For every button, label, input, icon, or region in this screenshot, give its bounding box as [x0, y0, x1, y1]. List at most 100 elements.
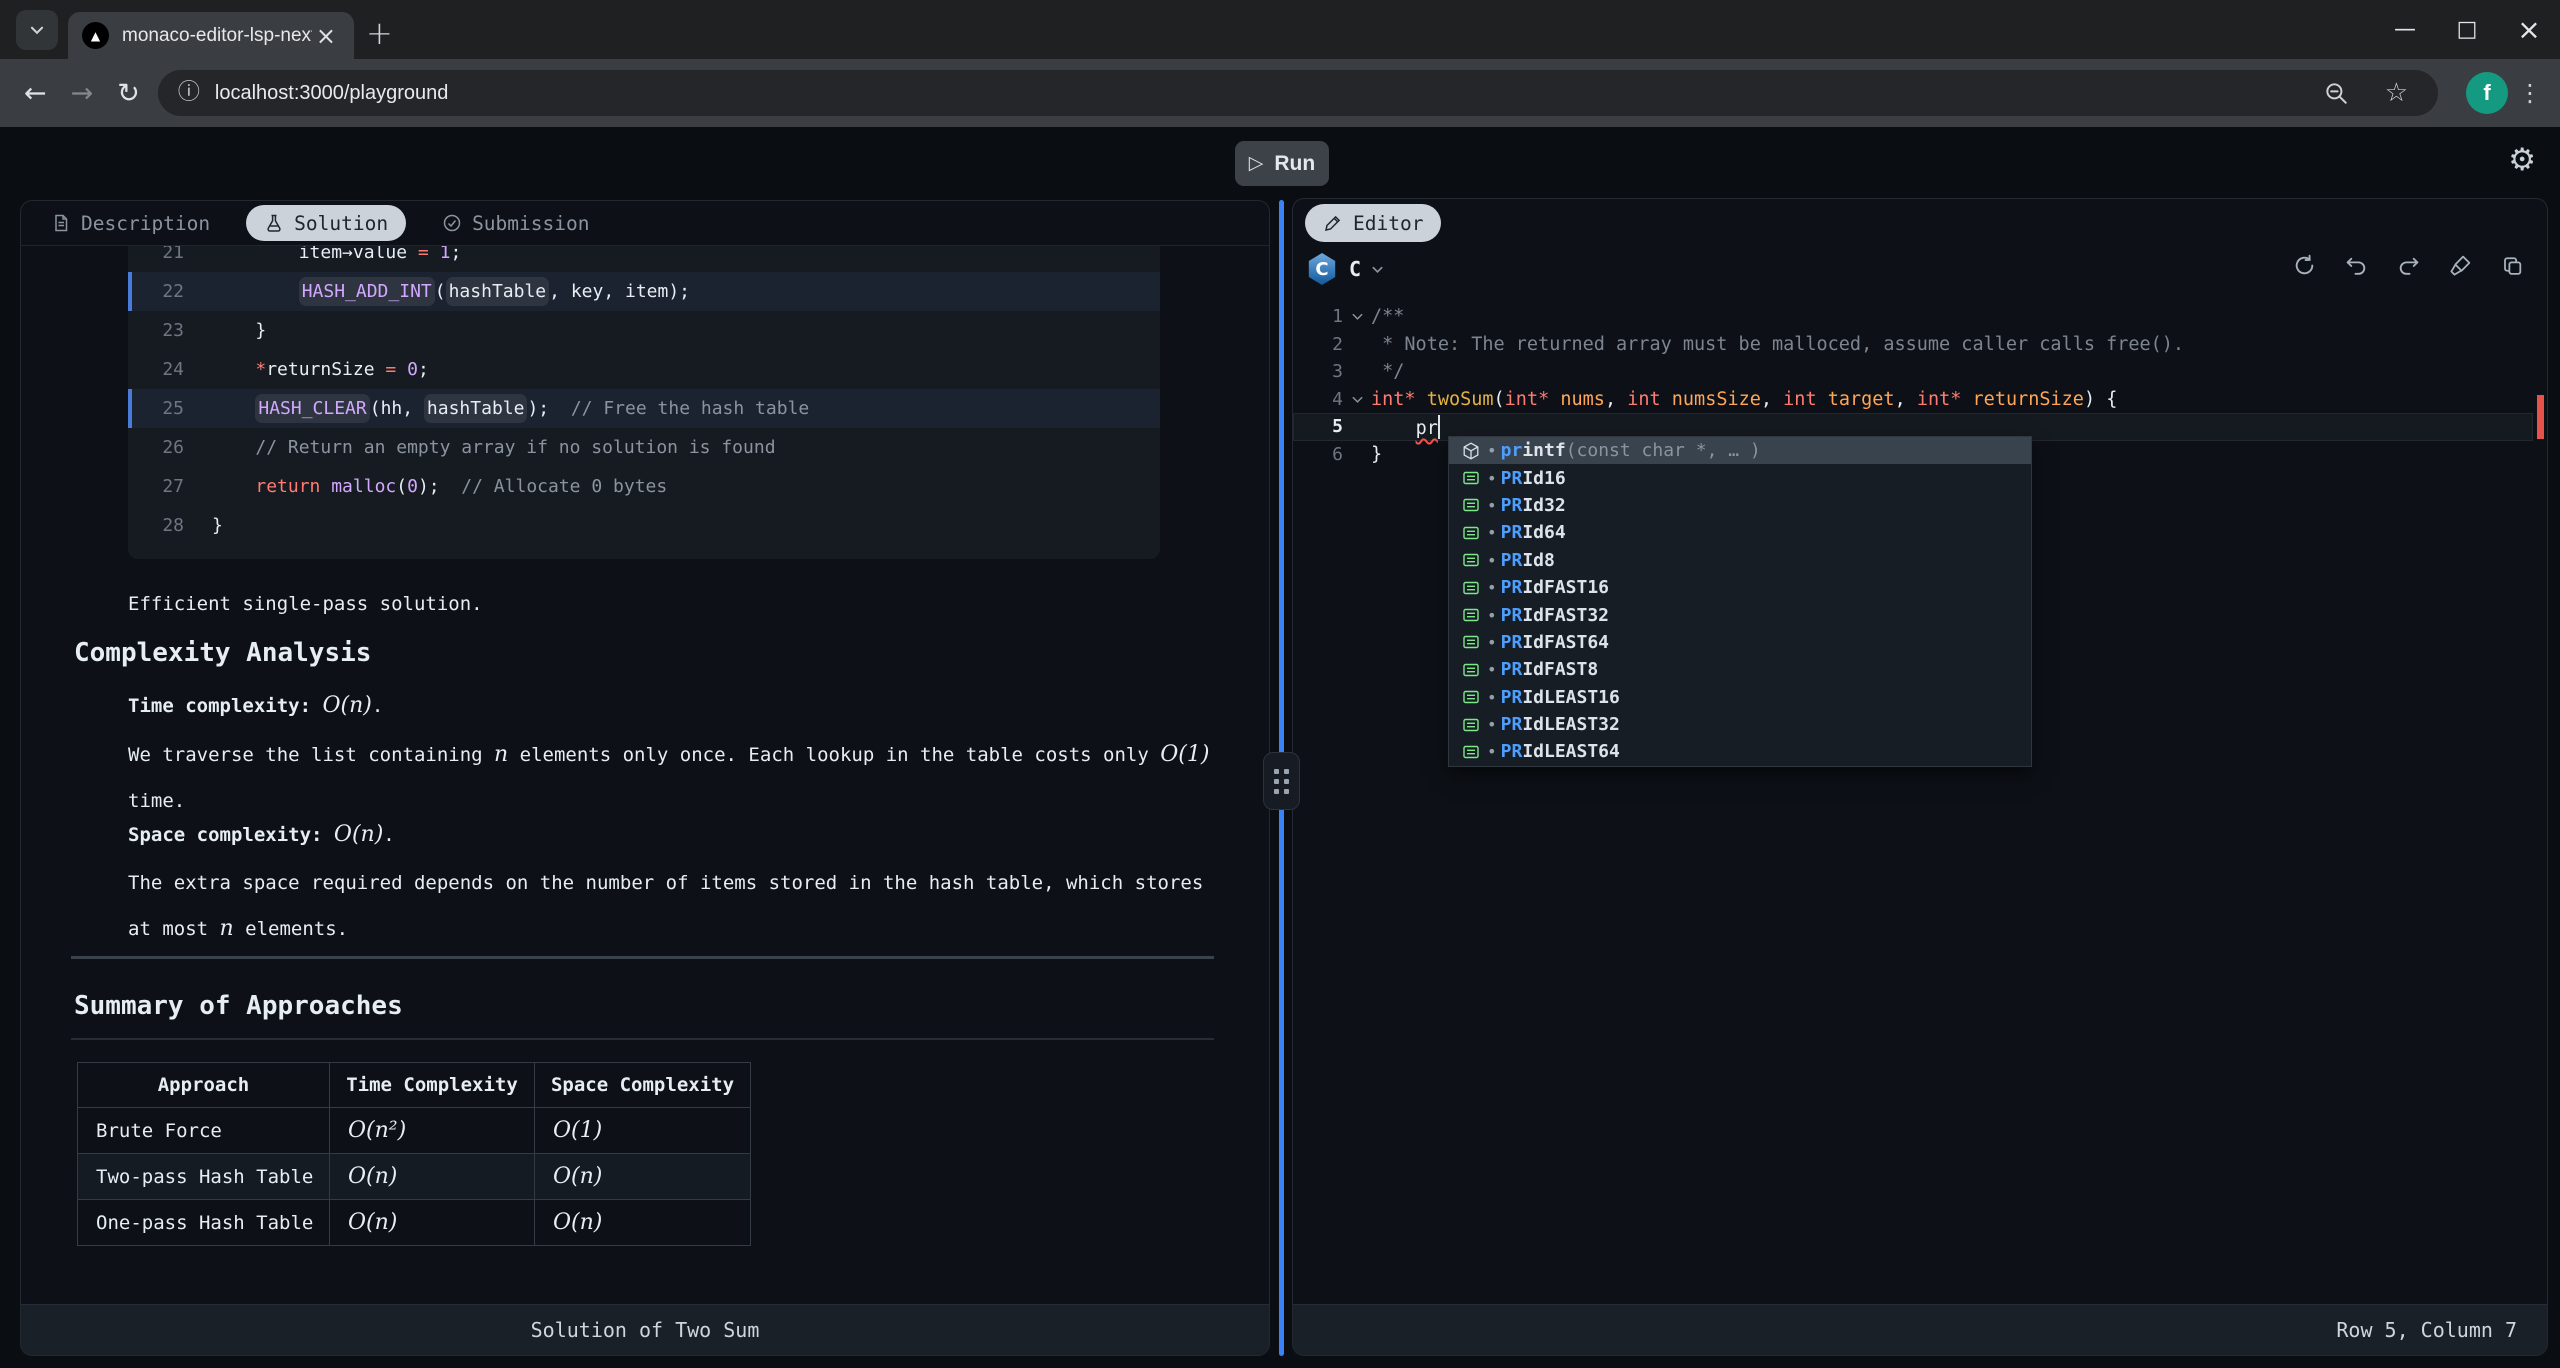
fold-chevron-icon[interactable]	[1343, 392, 1371, 407]
line-number: 28	[132, 515, 184, 536]
line-number: 23	[132, 320, 184, 341]
table-row: One-pass Hash TableO(n)O(n)	[78, 1200, 751, 1246]
zoom-out-icon[interactable]	[2323, 80, 2349, 106]
editor-line[interactable]: 1/**	[1293, 303, 2533, 331]
editor-statusbar: Row 5, Column 7	[1293, 1304, 2547, 1355]
window-maximize-button[interactable]: □	[2436, 0, 2498, 59]
undo-icon[interactable]	[2344, 253, 2369, 278]
format-brush-icon[interactable]	[2448, 253, 2473, 278]
autocomplete-item[interactable]: •PRIdLEAST64	[1449, 738, 2031, 765]
language-selector[interactable]: C C	[1307, 249, 1385, 289]
editor-line[interactable]: 3 */	[1293, 358, 2533, 386]
editor-line[interactable]: 2 * Note: The returned array must be mal…	[1293, 331, 2533, 359]
tab-solution[interactable]: Solution	[246, 205, 406, 241]
constant-icon	[1457, 495, 1485, 515]
tab-description[interactable]: Description	[45, 205, 216, 241]
constant-icon	[1457, 742, 1485, 762]
copy-icon[interactable]	[2500, 253, 2525, 278]
code-line: 21 item→value = 1;	[128, 246, 1160, 272]
run-label: Run	[1274, 152, 1315, 176]
editor-line[interactable]: 4int* twoSum(int* nums, int numsSize, in…	[1293, 386, 2533, 414]
reset-icon[interactable]	[2292, 253, 2317, 278]
browser-tab[interactable]: ▲ monaco-editor-lsp-next ×	[68, 12, 354, 59]
site-info-icon[interactable]: ⓘ	[178, 82, 200, 104]
code-text: *returnSize = 0;	[212, 359, 429, 380]
autocomplete-item[interactable]: •PRId32	[1449, 492, 2031, 519]
solution-panel: Description Solution Submission 21 item→…	[20, 200, 1270, 1356]
code-line: 28}	[128, 506, 1160, 545]
tab-submission[interactable]: Submission	[436, 205, 595, 241]
editor-code-text: pr	[1371, 415, 1440, 439]
run-button[interactable]: ▷ Run	[1235, 141, 1329, 186]
col-approach: Approach	[78, 1063, 330, 1108]
settings-gear-icon[interactable]: ⚙	[2508, 145, 2536, 176]
cell-approach: One-pass Hash Table	[78, 1200, 330, 1246]
space-complexity-detail: The extra space required depends on the …	[128, 860, 1203, 952]
section-divider	[71, 956, 1214, 959]
edit-pencil-icon	[1323, 213, 1343, 233]
autocomplete-label: PRIdFAST16	[1501, 577, 1609, 598]
reload-icon[interactable]: ↻	[117, 80, 140, 107]
autocomplete-item[interactable]: •PRIdFAST64	[1449, 629, 2031, 656]
autocomplete-label: PRId8	[1501, 550, 1555, 571]
summary-heading: Summary of Approaches	[74, 991, 403, 1021]
editor-code-text: */	[1371, 361, 1404, 382]
url-text[interactable]: localhost:3000/playground	[215, 82, 2323, 105]
autocomplete-item[interactable]: •PRId16	[1449, 464, 2031, 491]
autocomplete-item[interactable]: •PRIdLEAST32	[1449, 711, 2031, 738]
col-time: Time Complexity	[330, 1063, 535, 1108]
bookmark-star-icon[interactable]: ☆	[2385, 80, 2408, 106]
code-text: HASH_CLEAR(hh, hashTable); // Free the h…	[212, 398, 809, 419]
chevron-down-icon	[1370, 262, 1385, 277]
autocomplete-label: printf(const char *, … )	[1501, 440, 1761, 461]
autocomplete-label: PRId16	[1501, 468, 1566, 489]
tab-search-button[interactable]	[16, 10, 58, 50]
code-text: return malloc(0); // Allocate 0 bytes	[212, 476, 667, 497]
autocomplete-item[interactable]: •PRIdLEAST16	[1449, 684, 2031, 711]
back-icon[interactable]: ←	[24, 80, 47, 107]
code-line: 22 HASH_ADD_INT(hashTable, key, item);	[128, 272, 1160, 311]
browser-tabstrip: ▲ monaco-editor-lsp-next × + — □ ×	[0, 0, 2560, 59]
editor-line-number: 2	[1293, 334, 1343, 355]
window-close-button[interactable]: ×	[2498, 0, 2560, 59]
line-number: 22	[132, 281, 184, 302]
bullet-icon: •	[1487, 688, 1497, 707]
bullet-icon: •	[1487, 469, 1497, 488]
forward-icon[interactable]: →	[71, 80, 94, 107]
bullet-icon: •	[1487, 523, 1497, 542]
autocomplete-popup: •printf(const char *, … )•PRId16•PRId32•…	[1448, 436, 2032, 767]
autocomplete-item[interactable]: •PRIdFAST32	[1449, 601, 2031, 628]
cell-space: O(1)	[535, 1108, 751, 1154]
address-bar[interactable]: ⓘ localhost:3000/playground ☆	[158, 70, 2438, 116]
autocomplete-item[interactable]: •PRId64	[1449, 519, 2031, 546]
window-minimize-button[interactable]: —	[2374, 0, 2436, 59]
error-marker	[2537, 395, 2544, 439]
fold-chevron-icon[interactable]	[1343, 309, 1371, 324]
autocomplete-label: PRIdLEAST32	[1501, 714, 1620, 735]
line-number: 21	[132, 246, 184, 263]
grip-dots-icon	[1274, 769, 1289, 794]
tab-close-icon[interactable]: ×	[312, 24, 340, 48]
solution-footer-text: Solution of Two Sum	[531, 1318, 760, 1342]
table-header-row: Approach Time Complexity Space Complexit…	[78, 1063, 751, 1108]
approaches-table: Approach Time Complexity Space Complexit…	[77, 1062, 751, 1246]
window-controls: — □ ×	[2374, 0, 2560, 59]
autocomplete-item[interactable]: •PRId8	[1449, 547, 2031, 574]
browser-menu-icon[interactable]: ⋮	[2518, 81, 2542, 105]
bullet-icon: •	[1487, 633, 1497, 652]
tab-title: monaco-editor-lsp-next	[122, 25, 312, 47]
panel-divider-handle[interactable]	[1263, 752, 1300, 810]
cell-time: O(n)	[330, 1200, 535, 1246]
editor-code-text: * Note: The returned array must be mallo…	[1371, 334, 2184, 355]
autocomplete-label: PRId64	[1501, 522, 1566, 543]
new-tab-button[interactable]: +	[366, 17, 393, 49]
profile-avatar[interactable]: f	[2466, 72, 2508, 114]
solution-content: 21 item→value = 1;22 HASH_ADD_INT(hashTa…	[21, 246, 1269, 1304]
language-label: C	[1349, 257, 1361, 281]
autocomplete-item[interactable]: •printf(const char *, … )	[1449, 437, 2031, 464]
autocomplete-item[interactable]: •PRIdFAST16	[1449, 574, 2031, 601]
solution-footer: Solution of Two Sum	[21, 1304, 1269, 1355]
redo-icon[interactable]	[2396, 253, 2421, 278]
autocomplete-item[interactable]: •PRIdFAST8	[1449, 656, 2031, 683]
editor-tab[interactable]: Editor	[1305, 204, 1441, 242]
